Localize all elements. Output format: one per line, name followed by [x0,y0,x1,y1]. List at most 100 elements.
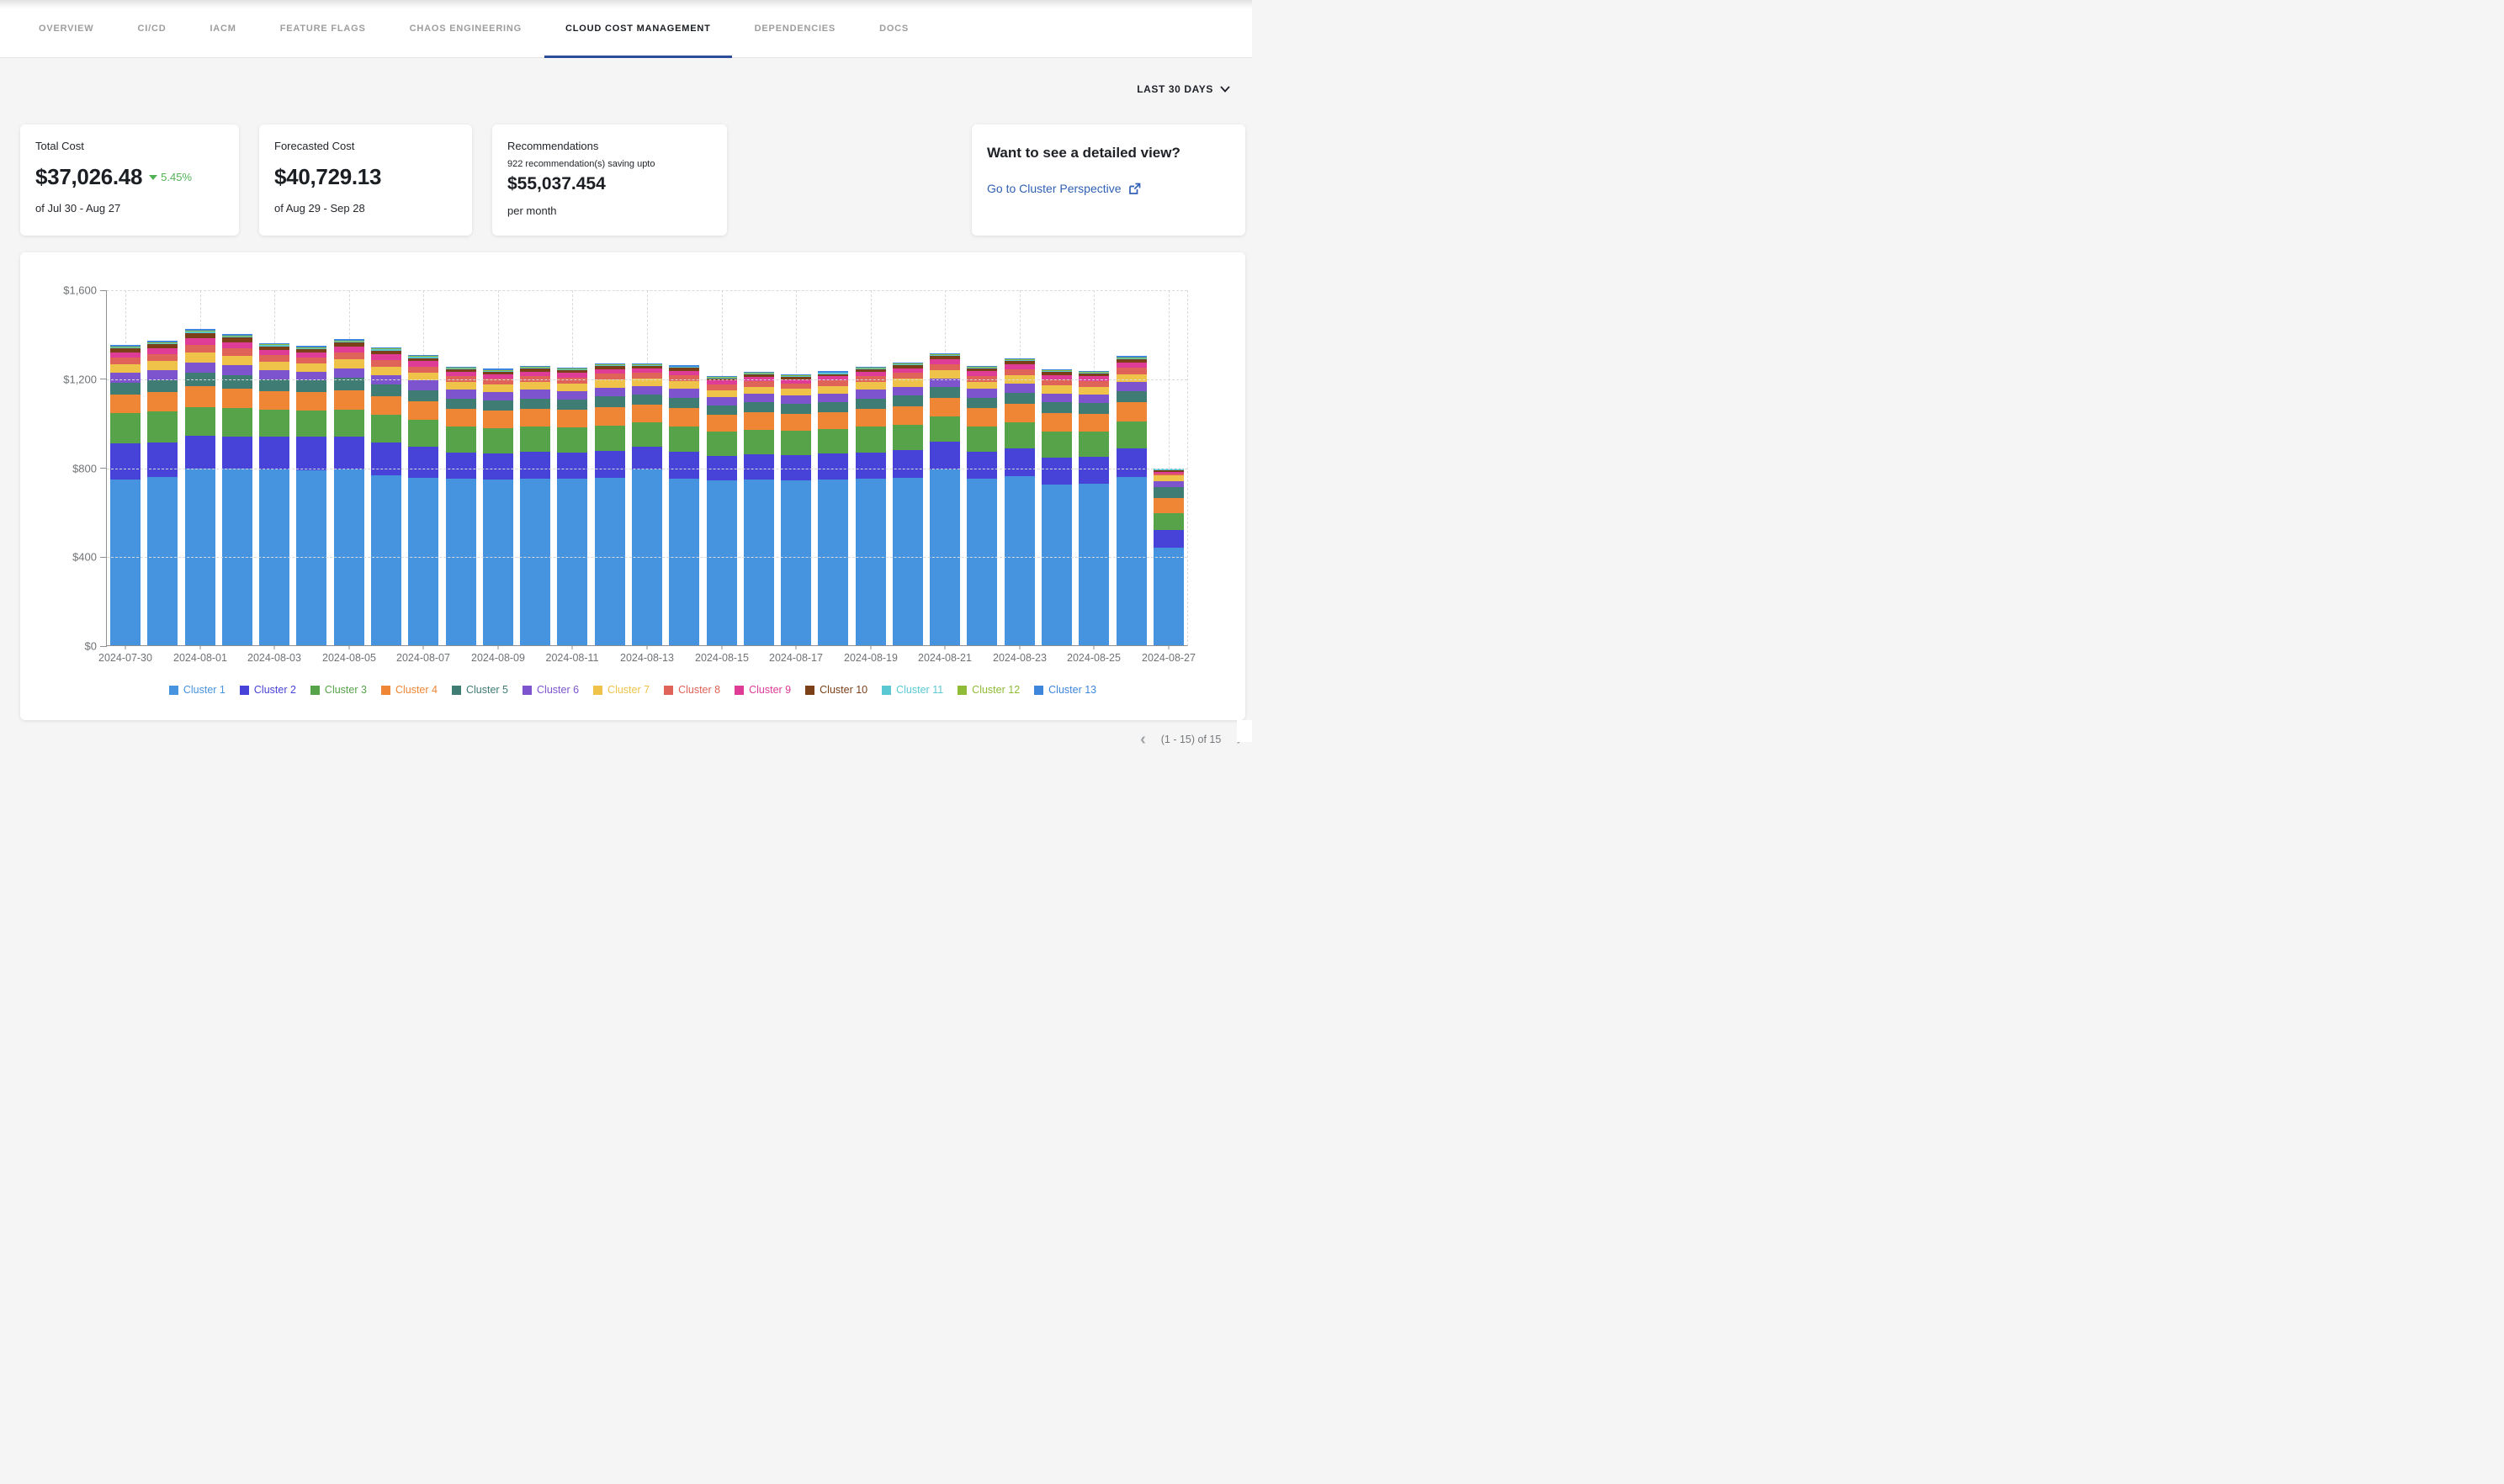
pagination-prev-button[interactable]: ‹ [1140,731,1146,748]
bar-segment-cluster-7[interactable] [371,367,401,375]
bar-segment-cluster-4[interactable] [408,401,438,420]
legend-item-cluster-6[interactable]: Cluster 6 [523,684,579,696]
bar-segment-cluster-2[interactable] [1005,448,1035,476]
bar-segment-cluster-3[interactable] [557,427,587,453]
bar-segment-cluster-5[interactable] [669,398,699,408]
bar-segment-cluster-1[interactable] [147,477,178,645]
bar-segment-cluster-5[interactable] [147,380,178,393]
legend-item-cluster-3[interactable]: Cluster 3 [310,684,367,696]
bar-segment-cluster-1[interactable] [707,480,737,645]
bar-segment-cluster-5[interactable] [1042,402,1072,413]
bar-segment-cluster-5[interactable] [483,400,513,411]
bar-segment-cluster-8[interactable] [1042,379,1072,385]
bar-segment-cluster-5[interactable] [1117,391,1147,402]
bar-segment-cluster-6[interactable] [1079,395,1109,404]
bar-segment-cluster-2[interactable] [334,437,364,469]
bar-segment-cluster-1[interactable] [446,479,476,645]
bar-segment-cluster-2[interactable] [744,454,774,480]
bar-segment-cluster-3[interactable] [707,432,737,456]
bar-segment-cluster-3[interactable] [371,415,401,443]
bar-segment-cluster-7[interactable] [744,387,774,394]
bar-segment-cluster-1[interactable] [967,479,997,645]
bar-segment-cluster-7[interactable] [557,384,587,391]
bar-segment-cluster-6[interactable] [222,365,252,375]
legend-item-cluster-13[interactable]: Cluster 13 [1034,684,1096,696]
bar-segment-cluster-2[interactable] [669,452,699,479]
bar-segment-cluster-2[interactable] [1042,458,1072,485]
bar-segment-cluster-8[interactable] [818,380,848,386]
bar-segment-cluster-4[interactable] [110,395,141,413]
bar-segment-cluster-7[interactable] [818,386,848,394]
bar-segment-cluster-4[interactable] [446,409,476,427]
bar-segment-cluster-8[interactable] [1117,368,1147,374]
bar-segment-cluster-7[interactable] [967,382,997,390]
bar-segment-cluster-8[interactable] [1079,381,1109,387]
bar-segment-cluster-3[interactable] [632,422,662,447]
bar-segment-cluster-4[interactable] [185,386,215,407]
bar-segment-cluster-7[interactable] [930,370,960,379]
bar-segment-cluster-3[interactable] [856,427,886,452]
legend-item-cluster-10[interactable]: Cluster 10 [805,684,867,696]
bar-segment-cluster-7[interactable] [669,381,699,389]
bar-segment-cluster-6[interactable] [446,390,476,399]
bar-segment-cluster-4[interactable] [781,414,811,431]
bar-segment-cluster-7[interactable] [1042,385,1072,393]
bar-segment-cluster-3[interactable] [1079,432,1109,457]
bar-segment-cluster-4[interactable] [483,411,513,428]
bar-segment-cluster-7[interactable] [595,379,625,387]
tab-ci-cd[interactable]: CI/CD [138,0,167,57]
bar-segment-cluster-7[interactable] [707,390,737,397]
bar-segment-cluster-6[interactable] [259,370,289,379]
bar-segment-cluster-2[interactable] [296,437,326,470]
tab-overview[interactable]: OVERVIEW [39,0,94,57]
bar-segment-cluster-2[interactable] [185,436,215,469]
bar-segment-cluster-8[interactable] [185,345,215,352]
bar-segment-cluster-5[interactable] [222,375,252,388]
tab-chaos-engineering[interactable]: CHAOS ENGINEERING [410,0,522,57]
bar-segment-cluster-5[interactable] [1005,393,1035,404]
bar-segment-cluster-1[interactable] [1117,477,1147,645]
bar-segment-cluster-4[interactable] [967,408,997,426]
legend-item-cluster-7[interactable]: Cluster 7 [593,684,650,696]
legend-item-cluster-2[interactable]: Cluster 2 [240,684,296,696]
bar-segment-cluster-8[interactable] [371,360,401,367]
bar-segment-cluster-4[interactable] [1042,413,1072,432]
bar-segment-cluster-7[interactable] [520,382,550,390]
legend-item-cluster-5[interactable]: Cluster 5 [452,684,508,696]
bar-segment-cluster-6[interactable] [1117,382,1147,391]
bar-segment-cluster-1[interactable] [595,478,625,645]
bar-segment-cluster-7[interactable] [222,356,252,365]
bar-segment-cluster-5[interactable] [893,395,923,406]
bar-segment-cluster-3[interactable] [408,420,438,447]
legend-item-cluster-4[interactable]: Cluster 4 [381,684,438,696]
bar-segment-cluster-6[interactable] [185,363,215,374]
bar-segment-cluster-5[interactable] [520,399,550,409]
bar-segment-cluster-3[interactable] [483,428,513,453]
bar-segment-cluster-6[interactable] [669,389,699,398]
bar-segment-cluster-1[interactable] [669,479,699,645]
bar-segment-cluster-5[interactable] [818,402,848,412]
bar-segment-cluster-9[interactable] [334,347,364,352]
bar-segment-cluster-4[interactable] [371,396,401,416]
bar-segment-cluster-2[interactable] [1117,448,1147,477]
bar-segment-cluster-3[interactable] [781,431,811,455]
bar-segment-cluster-3[interactable] [1117,421,1147,448]
bar-segment-cluster-1[interactable] [371,475,401,645]
bar-segment-cluster-7[interactable] [781,389,811,395]
bar-segment-cluster-2[interactable] [856,453,886,480]
bar-segment-cluster-5[interactable] [371,384,401,396]
bar-segment-cluster-5[interactable] [110,383,141,395]
bar-segment-cluster-1[interactable] [1005,476,1035,645]
bar-segment-cluster-4[interactable] [1005,404,1035,422]
tab-feature-flags[interactable]: FEATURE FLAGS [280,0,366,57]
bar-segment-cluster-2[interactable] [557,453,587,479]
bar-segment-cluster-3[interactable] [110,413,141,443]
bar-segment-cluster-1[interactable] [893,478,923,645]
bar-segment-cluster-6[interactable] [1005,384,1035,393]
bar-segment-cluster-8[interactable] [296,358,326,363]
bar-segment-cluster-4[interactable] [818,412,848,430]
bar-segment-cluster-4[interactable] [1079,414,1109,432]
bar-segment-cluster-5[interactable] [632,395,662,405]
legend-item-cluster-11[interactable]: Cluster 11 [882,684,943,696]
cluster-perspective-link[interactable]: Go to Cluster Perspective [987,182,1230,195]
